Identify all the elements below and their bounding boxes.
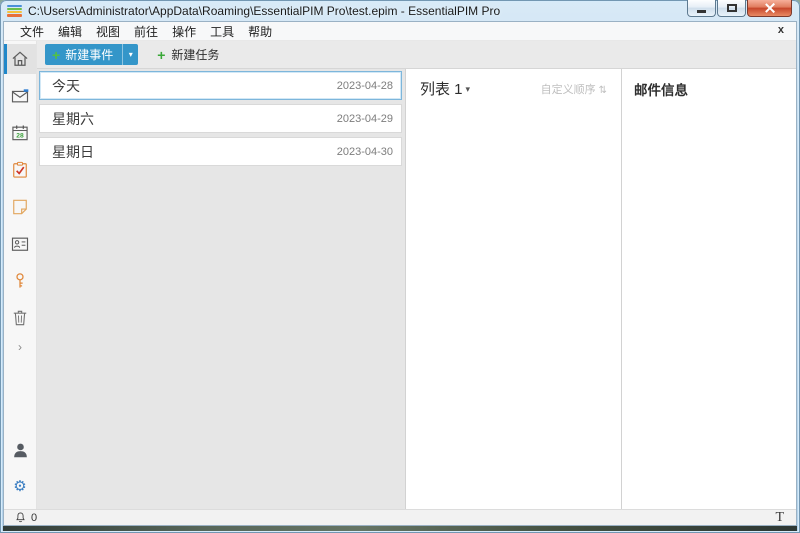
menu-actions[interactable]: 操作 — [165, 21, 203, 42]
mail-info-title: 邮件信息 — [622, 69, 796, 99]
sort-arrows-icon: ⇅ — [599, 85, 607, 96]
list-item-saturday[interactable]: 星期六 2023-04-29 — [39, 104, 402, 133]
chevron-down-icon: ▾ — [466, 84, 471, 94]
plus-icon: + — [157, 47, 165, 63]
tasks-icon — [10, 160, 30, 180]
list-item-today[interactable]: 今天 2023-04-28 — [39, 71, 402, 100]
list-item-title: 星期日 — [40, 142, 94, 162]
panel-close-button[interactable]: x — [775, 24, 787, 36]
settings-button[interactable]: ⚙ — [4, 475, 36, 497]
bell-icon — [14, 511, 27, 524]
sidebar-item-today[interactable] — [4, 44, 36, 74]
new-task-button[interactable]: + 新建任务 — [151, 44, 225, 65]
trash-icon — [10, 308, 30, 328]
chevron-down-icon: ▾ — [129, 50, 133, 59]
essentialpim-logo-icon — [7, 5, 22, 17]
mail-info-panel: 邮件信息 — [621, 69, 796, 509]
menu-go[interactable]: 前往 — [127, 21, 165, 42]
list-item-sunday[interactable]: 星期日 2023-04-30 — [39, 137, 402, 166]
event-list-panel: 今天 2023-04-28 星期六 2023-04-29 星期日 2023-04… — [37, 69, 405, 509]
sidebar: 28 — [4, 41, 37, 509]
task-list-header: 列表 1▾ 自定义顺序⇅ — [406, 69, 621, 99]
sidebar-expand-button[interactable]: › — [4, 337, 36, 357]
user-icon — [11, 441, 30, 460]
list-item-date: 2023-04-28 — [337, 80, 401, 92]
contacts-icon — [10, 234, 30, 254]
mail-icon — [10, 86, 30, 106]
list-selector[interactable]: 列表 1▾ — [420, 78, 470, 99]
task-list-panel: 列表 1▾ 自定义顺序⇅ — [405, 69, 621, 509]
calendar-day-label: 28 — [16, 133, 24, 140]
notification-count: 0 — [31, 512, 37, 524]
account-button[interactable] — [4, 435, 36, 465]
list-item-title: 星期六 — [40, 109, 94, 129]
client-area: 文件 编辑 视图 前往 操作 工具 帮助 x + 新建事件 ▾ + 新建任务 — [3, 21, 797, 526]
menu-view[interactable]: 视图 — [89, 21, 127, 42]
gear-icon: ⚙ — [13, 479, 26, 494]
new-task-label: 新建任务 — [171, 46, 219, 63]
maximize-button[interactable] — [717, 0, 746, 17]
menu-tools[interactable]: 工具 — [203, 21, 241, 42]
minimize-icon — [697, 10, 706, 13]
sort-order-label: 自定义顺序 — [541, 84, 596, 96]
list-item-date: 2023-04-29 — [337, 113, 401, 125]
sidebar-item-calendar[interactable]: 28 — [4, 118, 36, 148]
menubar: 文件 编辑 视图 前往 操作 工具 帮助 x — [4, 22, 796, 41]
window-controls — [686, 0, 792, 17]
home-icon — [10, 49, 30, 69]
sidebar-item-contacts[interactable] — [4, 229, 36, 259]
list-item-title: 今天 — [40, 76, 80, 96]
sidebar-item-notes[interactable] — [4, 192, 36, 222]
titlebar: C:\Users\Administrator\AppData\Roaming\E… — [3, 0, 797, 21]
chevron-right-icon: › — [18, 340, 22, 354]
sidebar-item-trash[interactable] — [4, 303, 36, 333]
sidebar-item-tasks[interactable] — [4, 155, 36, 185]
new-event-label: 新建事件 — [65, 46, 113, 63]
note-icon — [10, 197, 30, 217]
calendar-icon: 28 — [10, 123, 30, 143]
maximize-icon — [727, 4, 737, 12]
list-selector-label: 列表 1 — [420, 81, 463, 98]
key-icon — [10, 271, 30, 291]
sidebar-item-mail[interactable] — [4, 81, 36, 111]
tray-anchor-icon[interactable]: T — [775, 510, 784, 525]
list-item-date: 2023-04-30 — [337, 146, 401, 158]
window-title: C:\Users\Administrator\AppData\Roaming\E… — [28, 4, 500, 18]
notifications-button[interactable]: 0 — [14, 511, 37, 524]
close-button[interactable] — [747, 0, 792, 17]
close-icon — [764, 3, 776, 13]
sidebar-item-passwords[interactable] — [4, 266, 36, 296]
new-event-dropdown-button[interactable]: ▾ — [122, 44, 138, 65]
desktop-background-strip — [3, 526, 797, 531]
plus-icon: + — [52, 47, 60, 63]
sort-order-button[interactable]: 自定义顺序⇅ — [541, 81, 607, 97]
menu-file[interactable]: 文件 — [13, 21, 51, 42]
new-event-button-group: + 新建事件 ▾ — [45, 44, 138, 65]
app-window: C:\Users\Administrator\AppData\Roaming\E… — [0, 0, 800, 533]
new-event-button[interactable]: + 新建事件 — [45, 44, 122, 65]
toolbar: + 新建事件 ▾ + 新建任务 — [37, 41, 796, 69]
menu-edit[interactable]: 编辑 — [51, 21, 89, 42]
menu-help[interactable]: 帮助 — [241, 21, 279, 42]
minimize-button[interactable] — [687, 0, 716, 17]
statusbar: 0 T — [4, 509, 796, 525]
